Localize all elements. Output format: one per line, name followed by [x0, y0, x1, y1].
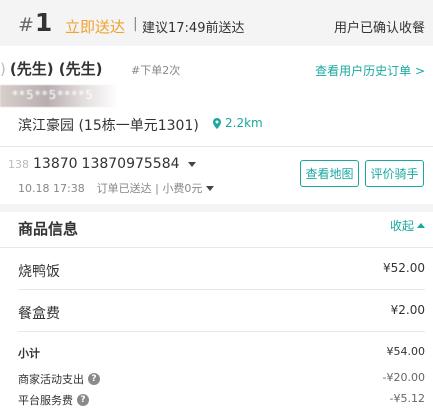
phone-full: 13870975584: [81, 156, 180, 172]
question-icon[interactable]: ?: [88, 373, 100, 385]
masked-info: **5**5****5: [0, 85, 118, 107]
rate-rider-button[interactable]: 评价骑手: [365, 160, 424, 187]
location-pin-icon: [213, 117, 221, 129]
fee-label: 商家活动支出: [18, 373, 84, 386]
fee-label: 平台服务费: [18, 394, 73, 407]
subtotal-value: ¥54.00: [386, 345, 426, 358]
history-orders-link[interactable]: 查看用户历史订单 >: [315, 62, 425, 79]
chevron-up-icon: [417, 223, 425, 228]
distance: 2.2km: [213, 116, 263, 130]
order-header: # 1 立即送达 | 建议17:49前送达 用户已确认收餐: [0, 0, 433, 46]
goods-section-title: 商品信息: [18, 220, 79, 238]
list-item: 烧鸭饭 ¥52.00: [18, 261, 425, 281]
fee-value: -¥20.00: [382, 371, 425, 384]
delivery-type: 立即送达: [65, 18, 126, 36]
item-name: 烧鸭饭: [18, 264, 60, 280]
fee-value: -¥5.12: [389, 392, 425, 405]
order-number-value: 1: [34, 8, 53, 37]
collapse-toggle[interactable]: 收起: [390, 217, 425, 234]
customer-name-lead: ): [0, 60, 6, 78]
order-number: # 1: [18, 8, 52, 40]
divider: [18, 331, 425, 332]
order-time: 10.18 17:38: [18, 181, 85, 195]
phone-ghost: 138: [8, 157, 29, 171]
order-status: 用户已确认收餐: [333, 21, 425, 36]
view-map-button[interactable]: 查看地图: [300, 160, 359, 187]
collapse-label: 收起: [389, 219, 414, 233]
divider: [0, 146, 433, 147]
phone-row[interactable]: 138 13870 13870975584: [8, 156, 196, 172]
section-spacer: [0, 204, 433, 212]
customer-name: ) (先生) (先生): [0, 58, 103, 79]
customer-name-text: (先生) (先生): [9, 60, 103, 78]
item-name: 餐盒费: [18, 306, 60, 322]
divider: [18, 289, 425, 290]
delivery-address: 滨江豪园 (15栋一单元1301): [18, 118, 199, 134]
chevron-down-icon[interactable]: [187, 161, 196, 167]
subtotal-label: 小计: [18, 347, 40, 360]
order-state: 订单已送达 | 小费0元: [96, 182, 203, 195]
phone-primary: 13870: [33, 156, 78, 172]
distance-value: 2.2km: [225, 116, 263, 130]
header-separator: |: [133, 16, 138, 32]
item-price: ¥2.00: [390, 303, 425, 317]
subtotal-row: 小计 ¥54.00: [18, 345, 425, 361]
order-count: #下单2次: [131, 64, 181, 77]
chevron-down-icon[interactable]: [206, 185, 215, 191]
fee-row: 平台服务费 ? -¥5.12: [18, 392, 425, 408]
order-time-row: 10.18 17:38 订单已送达 | 小费0元: [18, 180, 215, 196]
fee-row: 商家活动支出 ? -¥20.00: [18, 371, 425, 387]
question-icon[interactable]: ?: [77, 394, 89, 406]
order-hash: #: [18, 14, 34, 36]
item-price: ¥52.00: [383, 261, 425, 275]
list-item: 餐盒费 ¥2.00: [18, 303, 425, 323]
divider: [0, 247, 433, 248]
delivery-eta: 建议17:49前送达: [142, 21, 245, 36]
